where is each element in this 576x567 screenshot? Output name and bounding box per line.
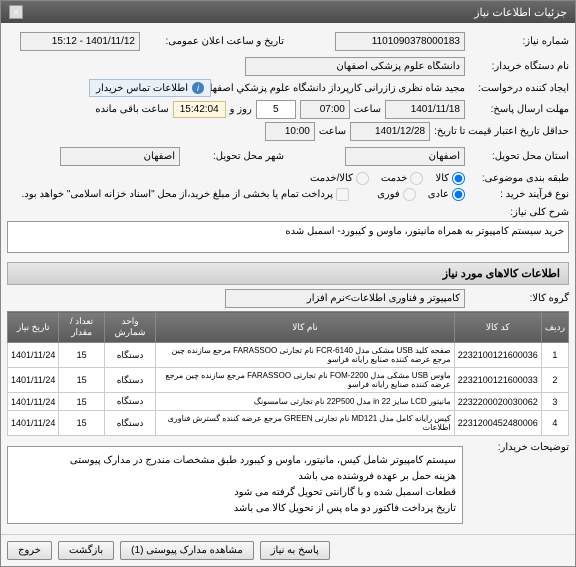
desc-textarea: خرید سیستم کامپیوتر به همراه مانیتور، ما…: [7, 221, 569, 253]
table-cell: 1401/11/24: [8, 368, 59, 393]
table-header: واحد شمارش: [104, 312, 155, 343]
table-row[interactable]: 32232200020030062مانیتور LCD سایز 22 in …: [8, 393, 569, 411]
items-table-wrap: ردیفکد کالانام کالاواحد شمارشتعداد / مقد…: [7, 311, 569, 436]
countdown-timer: 15:42:04: [173, 101, 226, 118]
table-cell: 1: [541, 343, 568, 368]
table-cell: ماوس USB مشکی مدل FOM-2200 نام تجارتی FA…: [156, 368, 454, 393]
table-cell: 2231200452480006: [454, 411, 541, 436]
creator-label: ایجاد کننده درخواست:: [469, 83, 569, 94]
remain-label: ساعت باقی مانده: [95, 104, 168, 115]
radio-normal[interactable]: [452, 188, 465, 201]
group-field: [225, 289, 465, 308]
titlebar: جزئیات اطلاعات نیاز ×: [1, 1, 575, 23]
footer-bar: خروج بازگشت مشاهده مدارک پیوستی (1) پاسخ…: [1, 534, 575, 566]
days-sep: روز و: [230, 104, 252, 115]
creator-value: مجید شاه نظری زازرانی کارپرداز دانشگاه ع…: [215, 83, 465, 94]
table-cell: 15: [59, 343, 105, 368]
buyer-notes-box: سیستم کامپیوتر شامل کیس، مانیتور، ماوس و…: [7, 446, 463, 524]
need-city-field: [345, 147, 465, 166]
radio-item-both[interactable]: کالا/خدمت: [310, 172, 369, 185]
table-cell: صفحه کلید USB مشکی مدل FCR-6140 نام تجار…: [156, 343, 454, 368]
table-cell: 4: [541, 411, 568, 436]
process-label: نوع فرآیند خرید :: [469, 189, 569, 200]
radio-both[interactable]: [356, 172, 369, 185]
buyer-label: نام دستگاه خریدار:: [469, 61, 569, 72]
days-field: [256, 100, 296, 119]
radio-item-service[interactable]: خدمت: [381, 172, 424, 185]
table-cell: 15: [59, 368, 105, 393]
price-date-field: [350, 122, 430, 141]
table-cell: 1401/11/24: [8, 343, 59, 368]
table-row[interactable]: 22232100121600033ماوس USB مشکی مدل FOM-2…: [8, 368, 569, 393]
table-cell: 3: [541, 393, 568, 411]
table-cell: 1401/11/24: [8, 393, 59, 411]
view-docs-button[interactable]: مشاهده مدارک پیوستی (1): [120, 541, 254, 560]
table-cell: 15: [59, 393, 105, 411]
table-header: ردیف: [541, 312, 568, 343]
deliver-city-field: [60, 147, 180, 166]
need-city-label: استان محل تحویل:: [469, 151, 569, 162]
main-window: جزئیات اطلاعات نیاز × شماره نیاز: تاریخ …: [0, 0, 576, 567]
table-cell: کیس رایانه کامل مدل MD121 نام تجارتی GRE…: [156, 411, 454, 436]
class-label: طبقه بندی موضوعی:: [469, 173, 569, 184]
table-cell: 2232100121600036: [454, 343, 541, 368]
table-cell: دستگاه: [104, 393, 155, 411]
table-row[interactable]: 12232100121600036صفحه کلید USB مشکی مدل …: [8, 343, 569, 368]
table-cell: 1401/11/24: [8, 411, 59, 436]
radio-item-urgent[interactable]: فوری: [377, 188, 416, 201]
time-label-2: ساعت: [319, 126, 346, 137]
price-validity-label: حداقل تاریخ اعتبار قیمت تا تاریخ:: [434, 126, 569, 137]
reply-deadline-label: مهلت ارسال پاسخ:: [469, 104, 569, 115]
desc-label: شرح کلی نیاز:: [7, 207, 569, 218]
table-header: نام کالا: [156, 312, 454, 343]
reply-date-field: [385, 100, 465, 119]
class-radio-group: کالا خدمت کالا/خدمت: [310, 172, 465, 185]
reply-button[interactable]: پاسخ به نیاز: [260, 541, 330, 560]
exit-button[interactable]: خروج: [7, 541, 52, 560]
radio-goods[interactable]: [452, 172, 465, 185]
items-section-header: اطلاعات کالاهای مورد نیاز: [7, 262, 569, 285]
announce-label: تاریخ و ساعت اعلان عمومی:: [144, 36, 284, 47]
table-cell: دستگاه: [104, 343, 155, 368]
table-cell: 2232200020030062: [454, 393, 541, 411]
deliver-city-label: شهر محل تحویل:: [184, 151, 284, 162]
radio-item-goods[interactable]: کالا: [435, 172, 465, 185]
buyer-notes-label: توضیحات خریدار:: [469, 442, 569, 453]
buyer-contact-box[interactable]: i اطلاعات تماس خریدار: [89, 79, 211, 97]
table-cell: مانیتور LCD سایز 22 in مدل 22P500 نام تج…: [156, 393, 454, 411]
table-cell: 2: [541, 368, 568, 393]
check-treasury[interactable]: [336, 188, 349, 201]
table-row[interactable]: 42231200452480006کیس رایانه کامل مدل MD1…: [8, 411, 569, 436]
table-cell: 2232100121600033: [454, 368, 541, 393]
reply-time-field: [300, 100, 350, 119]
radio-urgent[interactable]: [403, 188, 416, 201]
table-header: کد کالا: [454, 312, 541, 343]
buyer-field: [245, 57, 465, 76]
table-cell: دستگاه: [104, 368, 155, 393]
need-no-label: شماره نیاز:: [469, 36, 569, 47]
check-item-treasury[interactable]: پرداخت تمام یا بخشی از مبلغ خرید،از محل …: [21, 188, 349, 201]
back-button[interactable]: بازگشت: [58, 541, 114, 560]
radio-item-normal[interactable]: عادی: [428, 188, 465, 201]
window-title: جزئیات اطلاعات نیاز: [474, 6, 567, 19]
process-radio-group: عادی فوری پرداخت تمام یا بخشی از مبلغ خر…: [21, 188, 465, 201]
table-cell: دستگاه: [104, 411, 155, 436]
announce-field: [20, 32, 140, 51]
table-cell: 15: [59, 411, 105, 436]
table-header: تاریخ نیاز: [8, 312, 59, 343]
buyer-contact-label: اطلاعات تماس خریدار: [96, 83, 188, 94]
group-label: گروه کالا:: [469, 293, 569, 304]
need-no-field: [335, 32, 465, 51]
info-icon: i: [192, 82, 204, 94]
items-table: ردیفکد کالانام کالاواحد شمارشتعداد / مقد…: [7, 311, 569, 436]
radio-service[interactable]: [410, 172, 423, 185]
price-time-field: [265, 122, 315, 141]
time-label-1: ساعت: [354, 104, 381, 115]
close-icon[interactable]: ×: [9, 5, 23, 19]
table-header: تعداد / مقدار: [59, 312, 105, 343]
